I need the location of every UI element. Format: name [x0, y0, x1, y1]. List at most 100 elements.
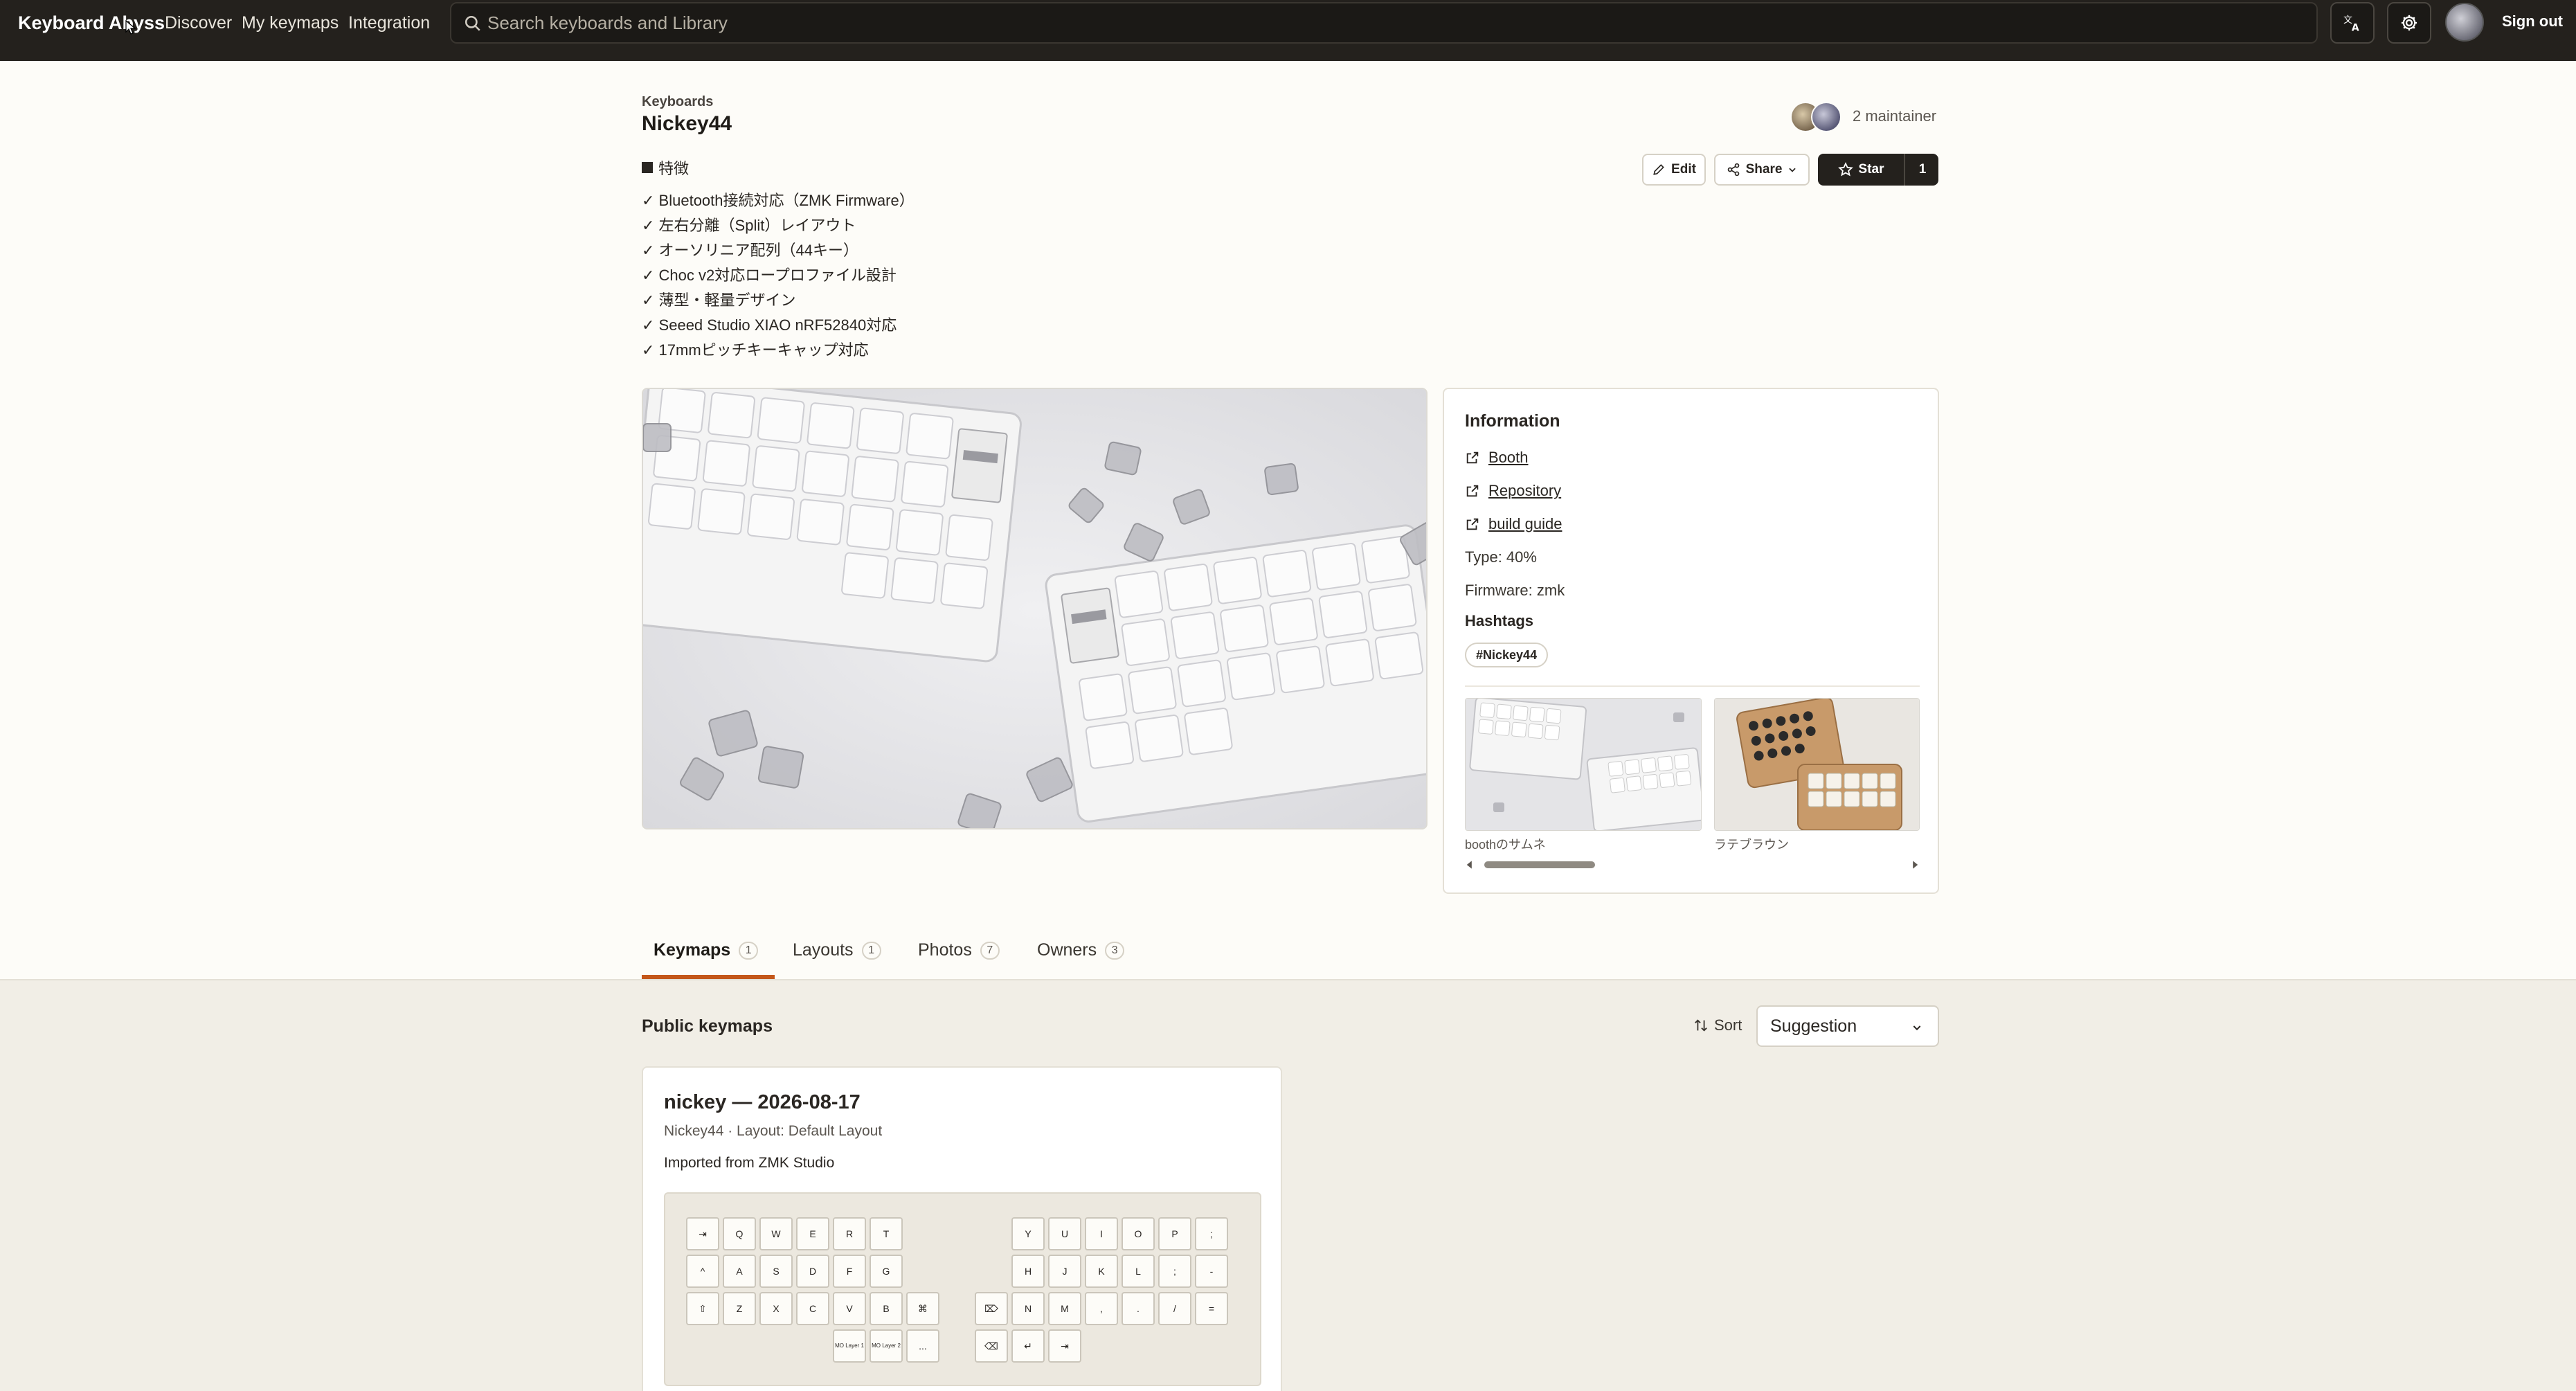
tabs-divider: [0, 979, 2576, 980]
information-heading: Information: [1465, 411, 1560, 431]
tab-count-badge: 3: [1105, 941, 1125, 960]
feature-item: ✓ Bluetooth接続対応（ZMK Firmware）: [642, 192, 915, 209]
scroll-right-icon[interactable]: [1910, 860, 1920, 870]
key: ^: [686, 1255, 719, 1288]
key: V: [833, 1292, 866, 1325]
feature-item: ✓ Seeed Studio XIAO nRF52840対応: [642, 316, 897, 334]
maintainer-avatars[interactable]: [1790, 102, 1843, 132]
avatar: [1811, 102, 1841, 132]
thumbnail-caption: ラテブラウン: [1714, 838, 1789, 852]
thumbnail-scrollbar[interactable]: [1465, 857, 1920, 871]
external-link-icon: [1466, 451, 1479, 464]
translate-icon: 文A: [2343, 15, 2359, 33]
share-button[interactable]: Share: [1714, 154, 1810, 186]
key: -: [1195, 1255, 1228, 1288]
key: .: [1122, 1292, 1155, 1325]
nav-link-integration[interactable]: Integration: [348, 11, 430, 35]
key: F: [833, 1255, 866, 1288]
scroll-thumb[interactable]: [1484, 861, 1595, 868]
search-box[interactable]: [450, 2, 2318, 44]
tab-owners[interactable]: Owners 3: [1037, 940, 1125, 960]
key: A: [723, 1255, 756, 1288]
pencil-icon: [1653, 164, 1664, 175]
keyboard-type: Type: 40%: [1465, 548, 1537, 566]
feature-item: ✓ Choc v2対応ロープロファイル設計: [642, 267, 897, 284]
top-navigation-bar: Keyboard Abyss Discover My keymaps Integ…: [0, 0, 2576, 61]
key: ⇥: [686, 1217, 719, 1250]
key: T: [870, 1217, 903, 1250]
hashtag-chip[interactable]: #Nickey44: [1465, 643, 1549, 667]
keymap-title[interactable]: nickey — 2026-08-17: [664, 1091, 861, 1114]
active-tab-indicator: [642, 975, 775, 979]
key: MO Layer 2: [870, 1329, 903, 1363]
key: D: [796, 1255, 829, 1288]
scroll-left-icon[interactable]: [1465, 860, 1475, 870]
search-input[interactable]: [487, 10, 2287, 35]
feature-item: ✓ 薄型・軽量デザイン: [642, 291, 796, 309]
brand-link[interactable]: Keyboard Abyss: [18, 11, 165, 35]
key: E: [796, 1217, 829, 1250]
key: Q: [723, 1217, 756, 1250]
repository-link[interactable]: Repository: [1465, 482, 1561, 500]
booth-link[interactable]: Booth: [1465, 449, 1529, 467]
keymap-description: Imported from ZMK Studio: [664, 1155, 835, 1171]
keymaps-section-background: [0, 980, 2576, 1391]
build-guide-link[interactable]: build guide: [1465, 515, 1562, 533]
tab-layouts[interactable]: Layouts 1: [793, 940, 881, 960]
feature-list: ✓ Bluetooth接続対応（ZMK Firmware） ✓ 左右分離（Spl…: [642, 188, 915, 363]
public-keymaps-heading: Public keymaps: [642, 1016, 773, 1036]
square-bullet-icon: [642, 162, 653, 173]
photo-thumbnail[interactable]: [1465, 698, 1702, 831]
tab-photos[interactable]: Photos 7: [918, 940, 1000, 960]
sort-icon: [1695, 1019, 1707, 1032]
breadcrumb[interactable]: Keyboards: [642, 94, 713, 110]
share-icon: [1727, 163, 1739, 177]
key: ⇥: [1048, 1329, 1081, 1363]
key: ;: [1158, 1255, 1191, 1288]
chevron-down-icon: [1789, 168, 1796, 172]
star-icon: [1837, 162, 1853, 177]
key: U: [1048, 1217, 1081, 1250]
key: K: [1085, 1255, 1118, 1288]
key: /: [1158, 1292, 1191, 1325]
star-button[interactable]: Star 1: [1818, 154, 1938, 186]
sign-out-link[interactable]: Sign out: [2502, 12, 2563, 30]
key: C: [796, 1292, 829, 1325]
tab-keymaps[interactable]: Keymaps 1: [654, 940, 759, 960]
key: Z: [723, 1292, 756, 1325]
settings-button[interactable]: [2387, 2, 2431, 44]
key: M: [1048, 1292, 1081, 1325]
keymap-card[interactable]: nickey — 2026-08-17 Nickey44 · Layout: D…: [642, 1066, 1282, 1391]
thumbnail-caption: boothのサムネ: [1465, 838, 1546, 852]
features-heading: 特徴: [642, 156, 689, 179]
key: ;: [1195, 1217, 1228, 1250]
feature-item: ✓ 左右分離（Split）レイアウト: [642, 217, 856, 234]
gear-icon: [2401, 15, 2417, 31]
keyboard-hero-photo[interactable]: [642, 388, 1427, 829]
key: ...: [906, 1329, 939, 1363]
divider: [1465, 685, 1920, 687]
key: ⇧: [686, 1292, 719, 1325]
feature-item: ✓ 17mmピッチキーキャップ対応: [642, 341, 869, 359]
key: B: [870, 1292, 903, 1325]
tab-count-badge: 1: [739, 941, 759, 960]
key: W: [759, 1217, 793, 1250]
key: J: [1048, 1255, 1081, 1288]
key: P: [1158, 1217, 1191, 1250]
key: X: [759, 1292, 793, 1325]
key: R: [833, 1217, 866, 1250]
search-icon: [465, 15, 480, 31]
language-button[interactable]: 文A: [2330, 2, 2375, 44]
user-avatar[interactable]: [2445, 3, 2484, 42]
key: ,: [1085, 1292, 1118, 1325]
nav-link-my-keymaps[interactable]: My keymaps: [242, 11, 339, 35]
keymap-meta: Nickey44 · Layout: Default Layout: [664, 1123, 883, 1139]
sort-select[interactable]: Suggestion: [1756, 1005, 1939, 1047]
maintainer-count[interactable]: 2 maintainer: [1853, 107, 1936, 125]
edit-button[interactable]: Edit: [1642, 154, 1706, 186]
star-toggle[interactable]: Star: [1818, 154, 1905, 186]
photo-thumbnail[interactable]: [1714, 698, 1920, 831]
key: S: [759, 1255, 793, 1288]
nav-link-discover[interactable]: Discover: [165, 11, 232, 35]
external-link-icon: [1466, 518, 1479, 530]
